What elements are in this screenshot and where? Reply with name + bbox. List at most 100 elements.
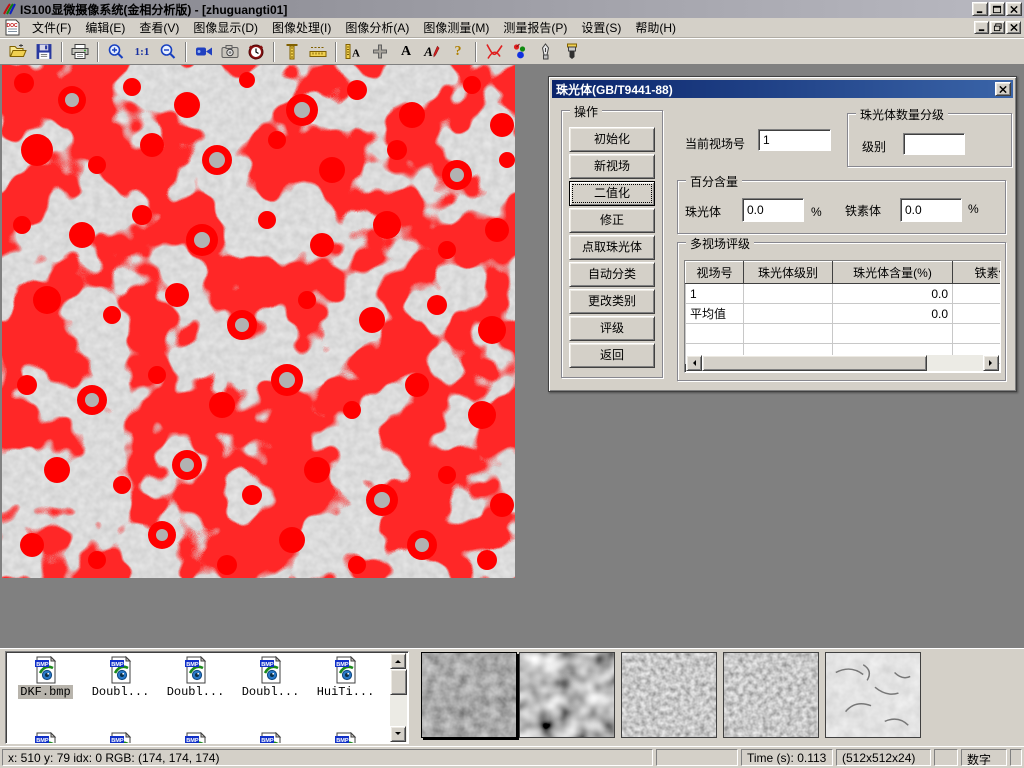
cell-ferrite[interactable] [953, 284, 1002, 304]
file-item[interactable]: Doubl... [83, 656, 158, 699]
col-field-no[interactable]: 视场号 [686, 262, 744, 284]
save-icon[interactable] [31, 41, 57, 63]
new-field-button[interactable]: 新视场 [569, 154, 655, 179]
menu-image-measure[interactable]: 图像测量(M) [416, 17, 496, 38]
file-item[interactable] [308, 732, 383, 744]
scrollbar-thumb[interactable] [702, 355, 927, 371]
camera-capture-icon[interactable] [217, 41, 243, 63]
file-name[interactable]: HuiTi... [315, 685, 377, 699]
cell-field-no[interactable]: 1 [686, 284, 744, 304]
dialog-title: 珠光体(GB/T9441-88) [556, 81, 673, 98]
file-item[interactable]: Doubl... [233, 656, 308, 699]
auto-classify-button[interactable]: 自动分类 [569, 262, 655, 287]
ferrite-input[interactable] [900, 198, 962, 222]
help-question-icon[interactable]: ? [445, 41, 471, 63]
thumbnail-5[interactable] [825, 652, 921, 738]
file-item[interactable] [233, 732, 308, 744]
dialog-close-icon[interactable] [995, 82, 1011, 96]
dialog-title-bar[interactable]: 珠光体(GB/T9441-88) [552, 80, 1013, 98]
fill-brush-icon[interactable] [559, 41, 585, 63]
menu-image-analysis[interactable]: 图像分析(A) [338, 17, 416, 38]
operation-group-label: 操作 [570, 103, 602, 120]
scroll-down-icon[interactable] [390, 726, 406, 742]
correct-button[interactable]: 修正 [569, 208, 655, 233]
level-input[interactable] [903, 133, 965, 155]
zoom-out-icon[interactable] [155, 41, 181, 63]
move-cross-icon[interactable] [367, 41, 393, 63]
file-item[interactable]: DKF.bmp [8, 656, 83, 699]
metallograph-image[interactable] [2, 65, 515, 578]
thumbnail-4[interactable] [723, 652, 819, 738]
menu-view[interactable]: 查看(V) [132, 17, 186, 38]
scroll-right-icon[interactable] [983, 355, 999, 371]
timer-clock-icon[interactable] [243, 41, 269, 63]
file-name[interactable]: Doubl... [90, 685, 152, 699]
close-button[interactable] [1006, 2, 1022, 16]
change-class-button[interactable]: 更改类别 [569, 289, 655, 314]
phase-dots-icon[interactable] [507, 41, 533, 63]
mdi-minimize-button[interactable] [974, 21, 989, 34]
init-button[interactable]: 初始化 [569, 127, 655, 152]
document-icon[interactable]: DOC [4, 19, 21, 36]
file-name[interactable]: DKF.bmp [18, 685, 72, 699]
return-button[interactable]: 返回 [569, 343, 655, 368]
pearlite-input[interactable] [742, 198, 804, 222]
file-name[interactable]: Doubl... [165, 685, 227, 699]
open-folder-icon[interactable] [5, 41, 31, 63]
col-pearlite-grade[interactable]: 珠光体级别 [744, 262, 833, 284]
point-picker-icon[interactable] [533, 41, 559, 63]
cell-grade[interactable] [744, 304, 833, 324]
mdi-restore-button[interactable] [990, 21, 1005, 34]
binarize-button[interactable]: 二值化 [569, 181, 655, 206]
current-field-input[interactable] [758, 129, 831, 151]
file-name[interactable]: Doubl... [240, 685, 302, 699]
caliper-text-icon[interactable]: A [341, 41, 367, 63]
thumbnail-1[interactable] [421, 652, 517, 738]
table-horizontal-scrollbar[interactable] [686, 355, 999, 371]
maximize-button[interactable] [989, 2, 1005, 16]
video-camera-icon[interactable] [191, 41, 217, 63]
file-item[interactable] [8, 732, 83, 744]
cell-ferrite[interactable] [953, 304, 1002, 324]
minimize-button[interactable] [972, 2, 988, 16]
menu-image-display[interactable]: 图像显示(D) [186, 17, 265, 38]
file-list-scrollbar[interactable] [390, 653, 407, 742]
file-item[interactable]: HuiTi... [308, 656, 383, 699]
menu-edit[interactable]: 编辑(E) [78, 17, 132, 38]
mdi-close-button[interactable] [1006, 21, 1021, 34]
print-icon[interactable] [67, 41, 93, 63]
zoom-in-icon[interactable] [103, 41, 129, 63]
text-label-icon[interactable]: A [393, 41, 419, 63]
menu-image-processing[interactable]: 图像处理(I) [265, 17, 338, 38]
cell-field-no[interactable]: 平均值 [686, 304, 744, 324]
scroll-up-icon[interactable] [390, 653, 406, 669]
col-ferrite[interactable]: 铁素体 [953, 262, 1002, 284]
menu-help[interactable]: 帮助(H) [628, 17, 683, 38]
pearlite-percent-sign: % [811, 205, 822, 219]
scrollbar-thumb[interactable] [390, 669, 407, 695]
menu-settings[interactable]: 设置(S) [574, 17, 628, 38]
grade-button[interactable]: 评级 [569, 316, 655, 341]
thumbnail-3[interactable] [621, 652, 717, 738]
cell-grade[interactable] [744, 284, 833, 304]
pick-pearlite-button[interactable]: 点取珠光体 [569, 235, 655, 260]
file-item[interactable] [158, 732, 233, 744]
caliper-vertical-icon[interactable] [279, 41, 305, 63]
text-edit-icon[interactable]: A [419, 41, 445, 63]
bmp-file-icon [34, 732, 58, 744]
file-item[interactable]: Doubl... [158, 656, 233, 699]
title-bar: IS100显微摄像系统(金相分析版) - [zhuguangti01] [0, 0, 1024, 18]
thumbnail-2[interactable] [519, 652, 615, 738]
menu-file[interactable]: 文件(F) [25, 17, 78, 38]
col-pearlite-content[interactable]: 珠光体含量(%) [833, 262, 953, 284]
status-panel-empty [934, 749, 958, 766]
cell-content[interactable]: 0.0 [833, 304, 953, 324]
scroll-left-icon[interactable] [686, 355, 702, 371]
ruler-horizontal-icon[interactable] [305, 41, 331, 63]
curve-tool-icon[interactable] [481, 41, 507, 63]
menu-measure-report[interactable]: 测量报告(P) [496, 17, 574, 38]
cell-content[interactable]: 0.0 [833, 284, 953, 304]
actual-size-icon[interactable]: 1:1 [129, 41, 155, 63]
level-label: 级别 [862, 138, 886, 155]
file-item[interactable] [83, 732, 158, 744]
